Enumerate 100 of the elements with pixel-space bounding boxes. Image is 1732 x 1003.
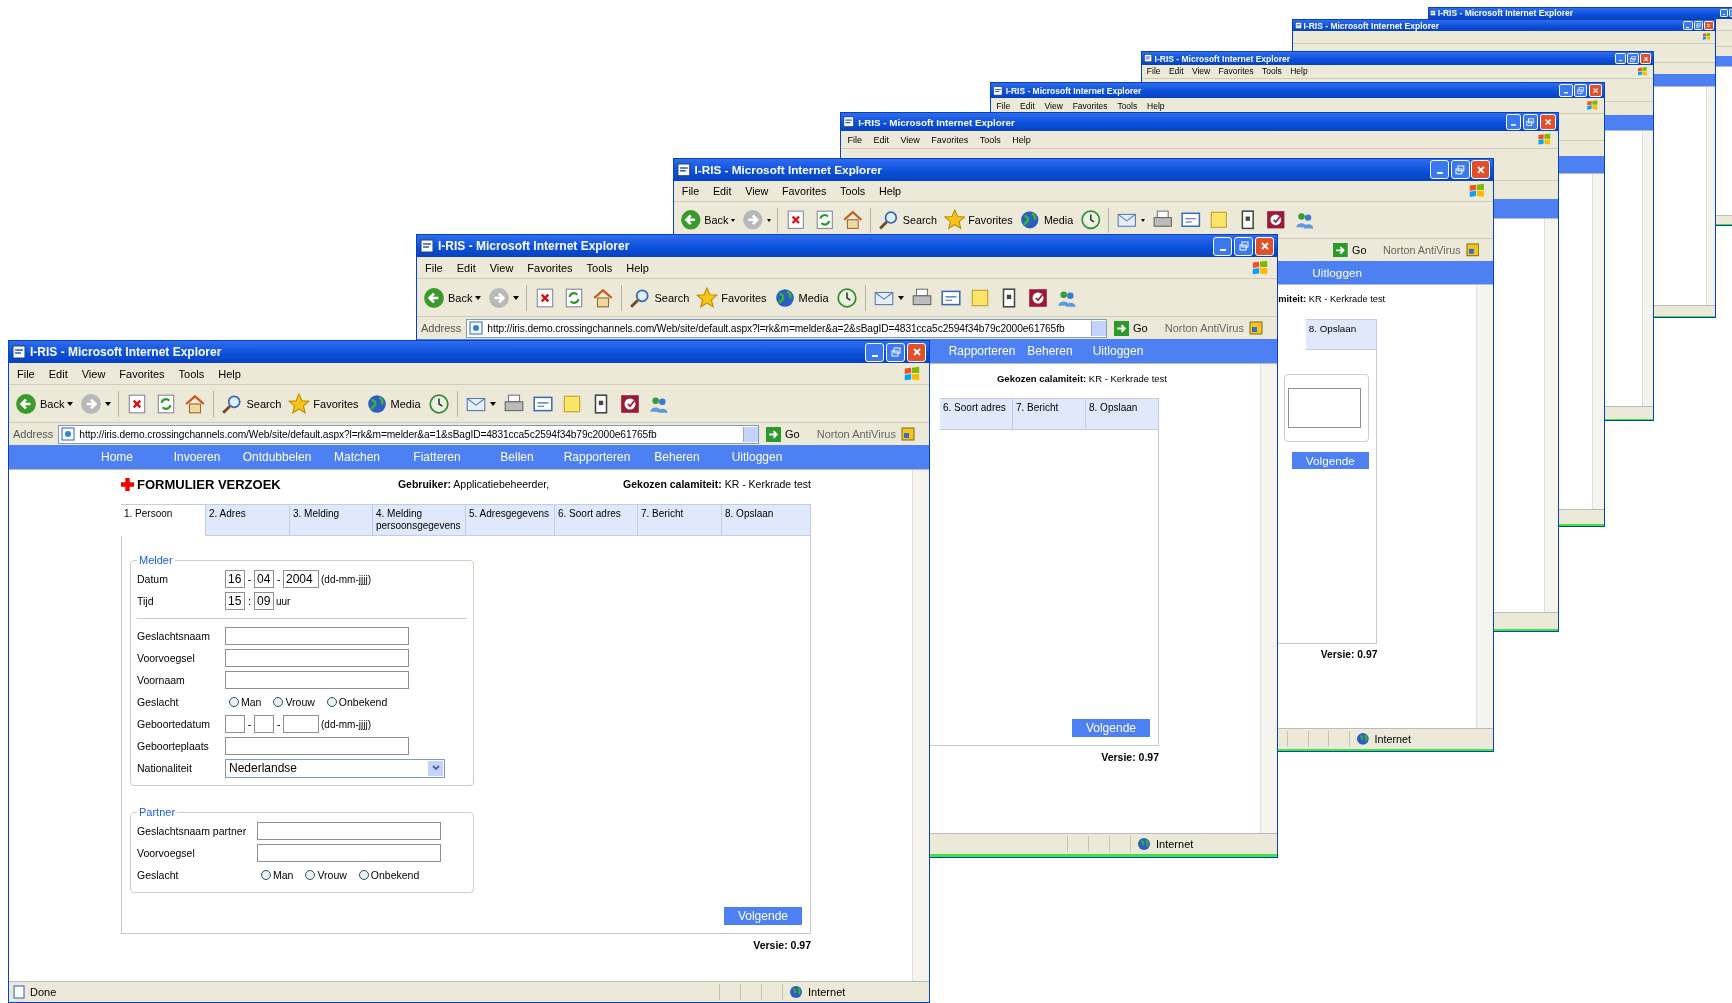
menu-item[interactable]: Tools [979, 134, 1001, 145]
scrollbar[interactable] [1706, 87, 1715, 305]
restore-button[interactable] [1234, 236, 1253, 256]
select-field[interactable]: Nederlandse [225, 758, 445, 778]
nav-link[interactable]: Beheren [637, 450, 717, 464]
menu-item[interactable]: View [1044, 100, 1063, 111]
nav-link[interactable]: Invoeren [157, 450, 237, 464]
toolbar-button[interactable]: Back [679, 209, 736, 231]
shield-icon[interactable] [901, 427, 915, 441]
scrollbar[interactable] [1642, 130, 1653, 406]
input-field[interactable] [283, 715, 319, 733]
menu-item[interactable]: Favorites [119, 367, 165, 380]
minimize-button[interactable] [1430, 160, 1449, 180]
close-button[interactable] [1588, 84, 1602, 98]
toolbar-button[interactable]: Back [15, 392, 74, 415]
menu-item[interactable]: Edit [712, 184, 732, 197]
nav-link[interactable]: Beheren [1016, 344, 1084, 358]
tab[interactable]: 5. Adresgegevens [466, 504, 555, 536]
scrollbar[interactable] [1476, 285, 1493, 729]
minimize-button[interactable] [1213, 236, 1232, 256]
close-button[interactable] [907, 342, 926, 362]
address-field[interactable]: http://iris.demo.crossingchannels.com/Web/site/default.aspx?l=rk&m=melder&a=2&sBagID=4831cca5c2594f34b79c2000e61765fb [466, 318, 1107, 338]
close-button[interactable] [1255, 236, 1274, 256]
toolbar-button[interactable]: Media [773, 286, 829, 309]
radio-option[interactable]: Man [261, 869, 294, 881]
menu-item[interactable]: View [489, 261, 514, 274]
menu-item[interactable]: File [1146, 66, 1161, 77]
menu-item[interactable]: Tools [178, 367, 205, 380]
minimize-button[interactable] [1559, 84, 1573, 98]
go-button[interactable]: Go [1331, 242, 1379, 258]
menu-item[interactable]: View [745, 184, 769, 197]
shield-icon[interactable] [1465, 243, 1480, 257]
nav-link[interactable]: Rapporteren [557, 450, 637, 464]
toolbar-button[interactable]: Media [365, 392, 421, 415]
menu-item[interactable]: Favorites [782, 184, 827, 197]
minimize-button[interactable] [1614, 52, 1627, 65]
next-button[interactable]: Volgende [1292, 452, 1369, 469]
tab[interactable]: 6. Soort adres [555, 504, 638, 536]
menu-item[interactable]: Help [1147, 100, 1165, 111]
restore-button[interactable] [1450, 160, 1470, 180]
restore-button[interactable] [886, 342, 905, 362]
menu-item[interactable]: Help [1012, 134, 1031, 145]
scrollbar[interactable] [912, 470, 929, 981]
tab[interactable]: 7. Bericht [638, 504, 722, 536]
menu-item[interactable]: Tools [1117, 100, 1138, 111]
input-field[interactable]: 04 [254, 570, 274, 588]
menu-item[interactable]: Edit [1020, 100, 1035, 111]
go-button[interactable]: Go [764, 426, 812, 442]
toolbar-button[interactable]: Search [878, 209, 937, 231]
nav-link[interactable]: Ontdubbelen [237, 450, 317, 464]
menu-item[interactable]: File [681, 184, 700, 197]
next-button[interactable]: Volgende [1071, 719, 1150, 737]
menu-item[interactable]: Help [626, 261, 649, 274]
menu-item[interactable]: Favorites [1072, 100, 1108, 111]
menu-item[interactable]: Help [878, 184, 902, 197]
tab[interactable]: 8. Opslaan [1086, 398, 1159, 430]
input-field[interactable]: 09 [254, 592, 274, 610]
nav-link[interactable]: Fiatteren [397, 450, 477, 464]
menu-item[interactable]: Help [218, 367, 241, 380]
menu-item[interactable]: Favorites [1218, 66, 1254, 77]
input-field[interactable]: 2004 [283, 570, 319, 588]
radio-option[interactable]: Vrouw [305, 869, 347, 881]
radio-option[interactable]: Onbekend [326, 696, 388, 708]
menu-item[interactable]: Help [1290, 66, 1308, 77]
menu-item[interactable]: Favorites [931, 134, 969, 145]
tab[interactable]: 3. Melding [290, 504, 373, 536]
menu-item[interactable]: Edit [456, 261, 476, 274]
input-field[interactable] [257, 822, 441, 840]
radio-option[interactable]: Vrouw [273, 696, 315, 708]
tab[interactable]: 8. Opslaan [722, 504, 811, 536]
close-button[interactable] [1471, 160, 1491, 180]
menu-item[interactable]: Edit [873, 134, 890, 145]
input-field[interactable] [254, 715, 274, 733]
menu-item[interactable]: View [81, 367, 106, 380]
restore-button[interactable] [1573, 84, 1588, 98]
text-area[interactable] [1288, 388, 1361, 428]
nav-link[interactable]: Bellen [477, 450, 557, 464]
input-field[interactable] [257, 844, 441, 862]
menu-item[interactable]: File [996, 100, 1011, 111]
nav-link[interactable]: Home [77, 450, 157, 464]
nav-link[interactable]: Uitloggen [1303, 266, 1371, 280]
menu-item[interactable]: Tools [1261, 66, 1282, 77]
shield-icon[interactable] [1249, 321, 1263, 335]
address-field[interactable]: http://iris.demo.crossingchannels.com/Web/site/default.aspx?l=rk&m=melder&a=1&sBagID=4831cca5c2594f34b79c2000e61765fb [58, 424, 759, 444]
input-field[interactable] [225, 715, 245, 733]
toolbar-button[interactable]: Favorites [696, 286, 767, 309]
nav-link[interactable]: Matchen [317, 450, 397, 464]
close-button[interactable] [1639, 52, 1652, 65]
close-button[interactable] [1539, 114, 1556, 130]
menu-item[interactable]: File [17, 367, 35, 380]
restore-button[interactable] [1522, 114, 1539, 130]
input-field[interactable] [225, 627, 409, 645]
menu-item[interactable]: File [425, 261, 443, 274]
toolbar-button[interactable]: Search [221, 392, 282, 415]
toolbar-button[interactable]: Favorites [943, 209, 1013, 231]
scrollbar[interactable] [1543, 219, 1558, 612]
menu-item[interactable]: Edit [1168, 66, 1184, 77]
menu-item[interactable]: Tools [840, 184, 866, 197]
menu-item[interactable]: File [847, 134, 863, 145]
menu-item[interactable]: Favorites [527, 261, 573, 274]
